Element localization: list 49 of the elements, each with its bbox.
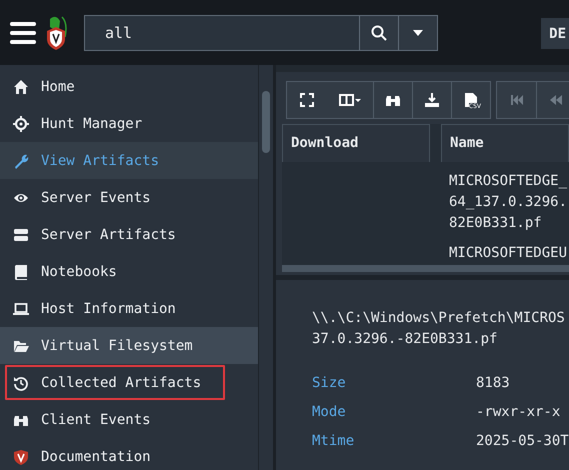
field-value: 8183 — [476, 374, 511, 393]
field-label: Size — [312, 374, 347, 393]
search-field[interactable]: all — [84, 14, 360, 50]
sidebar-item[interactable]: View Artifacts — [0, 142, 258, 179]
download-icon — [424, 92, 440, 108]
sidebar-item[interactable]: Server Events — [0, 179, 258, 216]
sidebar-item[interactable]: Hunt Manager — [0, 105, 258, 142]
home-icon — [13, 78, 29, 94]
toolbar-button[interactable] — [412, 82, 451, 118]
field-label: Mtime — [312, 432, 356, 451]
toolbar-button[interactable] — [373, 82, 412, 118]
caret-icon — [413, 30, 423, 36]
sidebar-item[interactable]: Documentation — [0, 438, 258, 470]
field-label: Mode — [312, 403, 347, 422]
sidebar-item[interactable]: Home — [0, 68, 258, 105]
server-icon — [13, 226, 29, 242]
menu-button[interactable] — [10, 22, 36, 44]
dropdown-button[interactable] — [399, 14, 438, 50]
field-value: -rwxr-xr-x — [476, 403, 562, 422]
rewind-icon — [548, 92, 564, 108]
toolbar-button[interactable] — [287, 82, 326, 118]
search-button[interactable] — [360, 14, 399, 50]
table-cell-text: MICROSOFTEDGE_ 64_137.0.3296. 82E0B331.pf — [449, 172, 568, 233]
org-button[interactable]: DE — [541, 18, 569, 49]
book-icon — [13, 264, 29, 280]
column-header[interactable]: Download — [282, 124, 430, 162]
scrollbar[interactable] — [258, 65, 273, 470]
wrench-icon — [13, 152, 29, 168]
logo-icon — [44, 14, 68, 50]
file-path: \\.\C:\Windows\Prefetch\MICROS 37.0.3296.-82E0B331.pf — [312, 309, 566, 349]
sidebar-item[interactable]: Host Information — [0, 290, 258, 327]
toolbar-button[interactable] — [326, 82, 373, 118]
sidebar-item[interactable]: Collected Artifacts — [4, 364, 226, 401]
fullscreen-icon — [298, 92, 314, 108]
scrollbar[interactable] — [282, 265, 569, 272]
column-header[interactable]: Name — [441, 124, 569, 162]
laptop-icon — [13, 300, 29, 316]
sidebar-item[interactable]: Notebooks — [0, 253, 258, 290]
skip-back-icon — [508, 92, 524, 108]
sidebar-item[interactable]: Client Events — [0, 401, 258, 438]
sidebar-item[interactable]: Virtual Filesystem — [0, 327, 258, 364]
field-value: 2025-05-30T — [476, 432, 569, 451]
sidebar-item[interactable]: Server Artifacts — [0, 216, 258, 253]
shield-icon — [13, 448, 29, 464]
crosshair-icon — [13, 116, 29, 132]
columns-icon — [338, 92, 360, 108]
table-cell-text: MICROSOFTEDGEU — [449, 244, 568, 263]
search-icon — [371, 24, 387, 40]
history-icon — [13, 374, 29, 390]
